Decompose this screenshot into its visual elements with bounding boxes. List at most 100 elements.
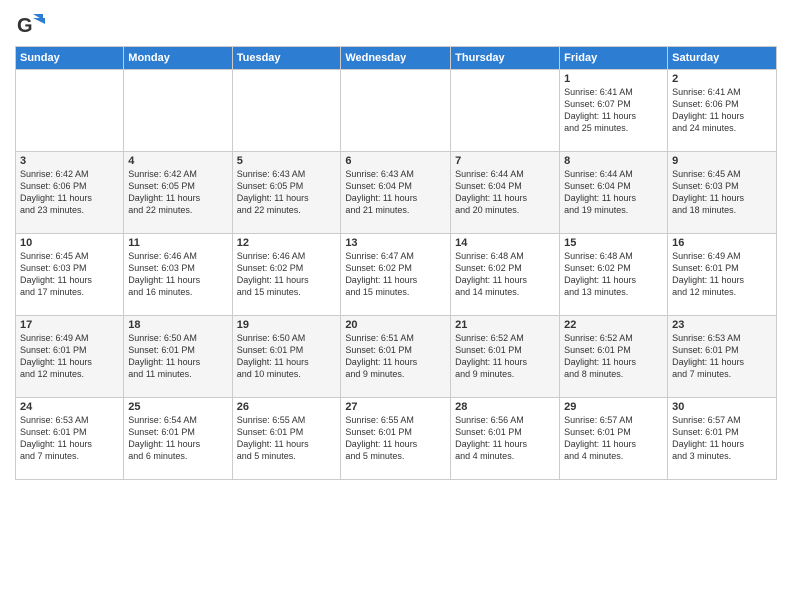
calendar-cell: 29Sunrise: 6:57 AM Sunset: 6:01 PM Dayli… (560, 398, 668, 480)
day-info: Sunrise: 6:46 AM Sunset: 6:02 PM Dayligh… (237, 250, 337, 299)
calendar-cell: 15Sunrise: 6:48 AM Sunset: 6:02 PM Dayli… (560, 234, 668, 316)
day-info: Sunrise: 6:53 AM Sunset: 6:01 PM Dayligh… (672, 332, 772, 381)
day-number: 3 (20, 155, 119, 167)
day-number: 26 (237, 401, 337, 413)
calendar-cell: 28Sunrise: 6:56 AM Sunset: 6:01 PM Dayli… (451, 398, 560, 480)
day-info: Sunrise: 6:52 AM Sunset: 6:01 PM Dayligh… (564, 332, 663, 381)
day-info: Sunrise: 6:55 AM Sunset: 6:01 PM Dayligh… (237, 414, 337, 463)
day-info: Sunrise: 6:41 AM Sunset: 6:07 PM Dayligh… (564, 86, 663, 135)
day-info: Sunrise: 6:50 AM Sunset: 6:01 PM Dayligh… (128, 332, 227, 381)
day-info: Sunrise: 6:55 AM Sunset: 6:01 PM Dayligh… (345, 414, 446, 463)
day-number: 19 (237, 319, 337, 331)
day-number: 11 (128, 237, 227, 249)
calendar-cell: 21Sunrise: 6:52 AM Sunset: 6:01 PM Dayli… (451, 316, 560, 398)
logo: G (15, 10, 49, 40)
day-info: Sunrise: 6:46 AM Sunset: 6:03 PM Dayligh… (128, 250, 227, 299)
day-info: Sunrise: 6:44 AM Sunset: 6:04 PM Dayligh… (564, 168, 663, 217)
calendar-week-row: 24Sunrise: 6:53 AM Sunset: 6:01 PM Dayli… (16, 398, 777, 480)
day-number: 22 (564, 319, 663, 331)
day-number: 13 (345, 237, 446, 249)
calendar-cell: 1Sunrise: 6:41 AM Sunset: 6:07 PM Daylig… (560, 70, 668, 152)
day-info: Sunrise: 6:53 AM Sunset: 6:01 PM Dayligh… (20, 414, 119, 463)
day-info: Sunrise: 6:57 AM Sunset: 6:01 PM Dayligh… (564, 414, 663, 463)
calendar-cell (232, 70, 341, 152)
calendar-cell (16, 70, 124, 152)
calendar-cell: 2Sunrise: 6:41 AM Sunset: 6:06 PM Daylig… (668, 70, 777, 152)
calendar-cell: 3Sunrise: 6:42 AM Sunset: 6:06 PM Daylig… (16, 152, 124, 234)
calendar-cell (124, 70, 232, 152)
calendar-cell: 6Sunrise: 6:43 AM Sunset: 6:04 PM Daylig… (341, 152, 451, 234)
day-info: Sunrise: 6:56 AM Sunset: 6:01 PM Dayligh… (455, 414, 555, 463)
day-number: 5 (237, 155, 337, 167)
calendar-cell: 18Sunrise: 6:50 AM Sunset: 6:01 PM Dayli… (124, 316, 232, 398)
day-info: Sunrise: 6:41 AM Sunset: 6:06 PM Dayligh… (672, 86, 772, 135)
calendar-cell: 24Sunrise: 6:53 AM Sunset: 6:01 PM Dayli… (16, 398, 124, 480)
calendar-week-row: 10Sunrise: 6:45 AM Sunset: 6:03 PM Dayli… (16, 234, 777, 316)
calendar-cell: 27Sunrise: 6:55 AM Sunset: 6:01 PM Dayli… (341, 398, 451, 480)
calendar-cell: 7Sunrise: 6:44 AM Sunset: 6:04 PM Daylig… (451, 152, 560, 234)
day-number: 16 (672, 237, 772, 249)
calendar-cell: 25Sunrise: 6:54 AM Sunset: 6:01 PM Dayli… (124, 398, 232, 480)
day-info: Sunrise: 6:44 AM Sunset: 6:04 PM Dayligh… (455, 168, 555, 217)
day-info: Sunrise: 6:54 AM Sunset: 6:01 PM Dayligh… (128, 414, 227, 463)
day-number: 6 (345, 155, 446, 167)
calendar-cell: 19Sunrise: 6:50 AM Sunset: 6:01 PM Dayli… (232, 316, 341, 398)
day-number: 8 (564, 155, 663, 167)
day-info: Sunrise: 6:49 AM Sunset: 6:01 PM Dayligh… (672, 250, 772, 299)
calendar-cell: 14Sunrise: 6:48 AM Sunset: 6:02 PM Dayli… (451, 234, 560, 316)
calendar-cell: 16Sunrise: 6:49 AM Sunset: 6:01 PM Dayli… (668, 234, 777, 316)
day-info: Sunrise: 6:52 AM Sunset: 6:01 PM Dayligh… (455, 332, 555, 381)
day-info: Sunrise: 6:43 AM Sunset: 6:05 PM Dayligh… (237, 168, 337, 217)
day-number: 12 (237, 237, 337, 249)
day-info: Sunrise: 6:47 AM Sunset: 6:02 PM Dayligh… (345, 250, 446, 299)
day-number: 29 (564, 401, 663, 413)
calendar: SundayMondayTuesdayWednesdayThursdayFrid… (15, 46, 777, 480)
day-info: Sunrise: 6:49 AM Sunset: 6:01 PM Dayligh… (20, 332, 119, 381)
day-info: Sunrise: 6:48 AM Sunset: 6:02 PM Dayligh… (455, 250, 555, 299)
day-number: 18 (128, 319, 227, 331)
day-number: 2 (672, 73, 772, 85)
day-info: Sunrise: 6:45 AM Sunset: 6:03 PM Dayligh… (672, 168, 772, 217)
calendar-cell (451, 70, 560, 152)
day-number: 21 (455, 319, 555, 331)
day-of-week-header: Saturday (668, 47, 777, 70)
calendar-cell: 5Sunrise: 6:43 AM Sunset: 6:05 PM Daylig… (232, 152, 341, 234)
day-of-week-header: Sunday (16, 47, 124, 70)
calendar-cell: 26Sunrise: 6:55 AM Sunset: 6:01 PM Dayli… (232, 398, 341, 480)
calendar-cell: 22Sunrise: 6:52 AM Sunset: 6:01 PM Dayli… (560, 316, 668, 398)
calendar-cell: 20Sunrise: 6:51 AM Sunset: 6:01 PM Dayli… (341, 316, 451, 398)
calendar-cell: 9Sunrise: 6:45 AM Sunset: 6:03 PM Daylig… (668, 152, 777, 234)
calendar-cell: 8Sunrise: 6:44 AM Sunset: 6:04 PM Daylig… (560, 152, 668, 234)
calendar-cell: 23Sunrise: 6:53 AM Sunset: 6:01 PM Dayli… (668, 316, 777, 398)
logo-icon: G (15, 10, 45, 40)
calendar-week-row: 1Sunrise: 6:41 AM Sunset: 6:07 PM Daylig… (16, 70, 777, 152)
calendar-cell: 13Sunrise: 6:47 AM Sunset: 6:02 PM Dayli… (341, 234, 451, 316)
calendar-cell: 17Sunrise: 6:49 AM Sunset: 6:01 PM Dayli… (16, 316, 124, 398)
day-info: Sunrise: 6:43 AM Sunset: 6:04 PM Dayligh… (345, 168, 446, 217)
day-number: 27 (345, 401, 446, 413)
day-number: 20 (345, 319, 446, 331)
day-number: 9 (672, 155, 772, 167)
calendar-cell: 11Sunrise: 6:46 AM Sunset: 6:03 PM Dayli… (124, 234, 232, 316)
day-of-week-header: Tuesday (232, 47, 341, 70)
day-number: 15 (564, 237, 663, 249)
calendar-cell (341, 70, 451, 152)
day-of-week-header: Friday (560, 47, 668, 70)
day-number: 30 (672, 401, 772, 413)
day-info: Sunrise: 6:42 AM Sunset: 6:05 PM Dayligh… (128, 168, 227, 217)
calendar-cell: 12Sunrise: 6:46 AM Sunset: 6:02 PM Dayli… (232, 234, 341, 316)
calendar-header-row: SundayMondayTuesdayWednesdayThursdayFrid… (16, 47, 777, 70)
calendar-cell: 4Sunrise: 6:42 AM Sunset: 6:05 PM Daylig… (124, 152, 232, 234)
day-number: 25 (128, 401, 227, 413)
day-of-week-header: Thursday (451, 47, 560, 70)
day-info: Sunrise: 6:57 AM Sunset: 6:01 PM Dayligh… (672, 414, 772, 463)
calendar-cell: 10Sunrise: 6:45 AM Sunset: 6:03 PM Dayli… (16, 234, 124, 316)
day-info: Sunrise: 6:45 AM Sunset: 6:03 PM Dayligh… (20, 250, 119, 299)
header: G (15, 10, 777, 40)
day-of-week-header: Wednesday (341, 47, 451, 70)
day-number: 17 (20, 319, 119, 331)
day-number: 10 (20, 237, 119, 249)
day-number: 14 (455, 237, 555, 249)
day-info: Sunrise: 6:48 AM Sunset: 6:02 PM Dayligh… (564, 250, 663, 299)
day-number: 1 (564, 73, 663, 85)
